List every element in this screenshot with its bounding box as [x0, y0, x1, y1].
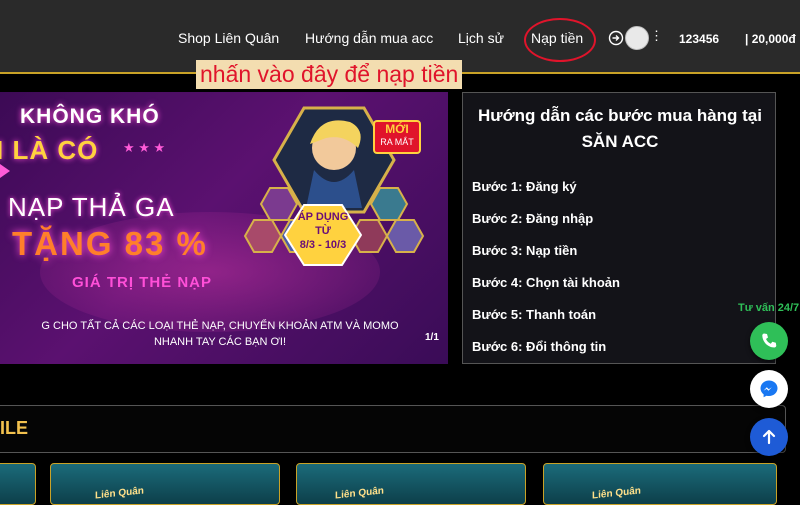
- guide-step-1: Bước 1: Đăng ký: [472, 179, 577, 194]
- avatar-icon[interactable]: [625, 26, 649, 50]
- product-card[interactable]: Liên Quân: [543, 463, 777, 505]
- messenger-button[interactable]: [750, 370, 788, 408]
- balance: | 20,000đ: [745, 32, 796, 46]
- card-label: Liên Quân: [335, 485, 384, 502]
- username[interactable]: 123456: [679, 32, 719, 46]
- stars-icon: ★ ★ ★: [123, 140, 166, 155]
- slide-counter: 1/1: [425, 332, 439, 343]
- apply-l1: ÁP DỤNG: [297, 211, 349, 223]
- guide-step-3: Bước 3: Nạp tiền: [472, 243, 578, 258]
- guide-step-5: Bước 5: Thanh toán: [472, 307, 597, 322]
- nav-lich-su[interactable]: Lịch sử: [458, 30, 504, 46]
- banner-footer-line2: NHANH TAY CÁC BẠN ƠI!: [153, 336, 287, 348]
- arrow-up-icon: [762, 429, 776, 445]
- product-card[interactable]: Liên Quân: [50, 463, 280, 505]
- product-card[interactable]: Liên Quân: [296, 463, 526, 505]
- more-vertical-icon[interactable]: ⋮: [650, 29, 663, 42]
- nap-tien-highlight-circle: [524, 18, 596, 62]
- card-label: Liên Quân: [592, 485, 641, 502]
- new-badge-top: MỚI: [385, 122, 409, 136]
- new-badge-bottom: RA MẮT: [380, 137, 414, 147]
- apply-l3: 8/3 - 10/3: [299, 239, 347, 251]
- apply-date-badge: ÁP DỤNG TỪ 8/3 - 10/3: [284, 204, 362, 266]
- banner-line3: NẠP THẢ GA: [8, 192, 175, 222]
- guide-step-4: Bước 4: Chọn tài khoản: [472, 275, 620, 290]
- nav-huong-dan-mua-acc[interactable]: Hướng dẫn mua acc: [305, 30, 433, 46]
- login-icon[interactable]: [608, 30, 624, 46]
- product-card[interactable]: [0, 463, 36, 505]
- promo-banner[interactable]: KHÔNG KHÓ I LÀ CÓ ★ ★ ★ NẠP THẢ GA TẶNG …: [0, 92, 448, 364]
- arrow-right-icon: [0, 164, 10, 178]
- banner-line4: TẶNG 83 %: [12, 225, 208, 262]
- deposit-annotation: nhấn vào đây để nạp tiền: [196, 60, 463, 89]
- banner-line5: GIÁ TRỊ THẺ NẠP: [72, 274, 213, 291]
- apply-l2: TỪ: [315, 225, 331, 237]
- scroll-top-button[interactable]: [750, 418, 788, 456]
- banner-line2: I LÀ CÓ: [0, 135, 99, 165]
- section-title: ILE: [0, 418, 29, 438]
- guide-step-2: Bước 2: Đăng nhập: [472, 211, 594, 226]
- nav-shop-lien-quan[interactable]: Shop Liên Quân: [178, 30, 279, 46]
- phone-button[interactable]: [750, 322, 788, 360]
- new-badge: MỚI RA MẮT: [373, 120, 421, 154]
- section-header-box: [0, 405, 786, 453]
- phone-icon: [762, 333, 777, 348]
- guide-step-6: Bước 6: Đổi thông tin: [472, 339, 607, 354]
- purchase-guide-panel: Hướng dẫn các bước mua hàng tại SĂN ACC …: [462, 92, 776, 364]
- banner-footer-text: G CHO TẤT CẢ CÁC LOẠI THẺ NẠP, CHUYỂN KH…: [0, 318, 440, 350]
- card-label: Liên Quân: [95, 485, 144, 502]
- banner-footer-line1: G CHO TẤT CẢ CÁC LOẠI THẺ NẠP, CHUYỂN KH…: [41, 320, 399, 332]
- banner-line1: KHÔNG KHÓ: [20, 105, 160, 128]
- messenger-icon: [760, 380, 778, 398]
- guide-title: Hướng dẫn các bước mua hàng tại SĂN ACC: [477, 106, 762, 151]
- support-label: Tư vấn 24/7: [738, 302, 800, 314]
